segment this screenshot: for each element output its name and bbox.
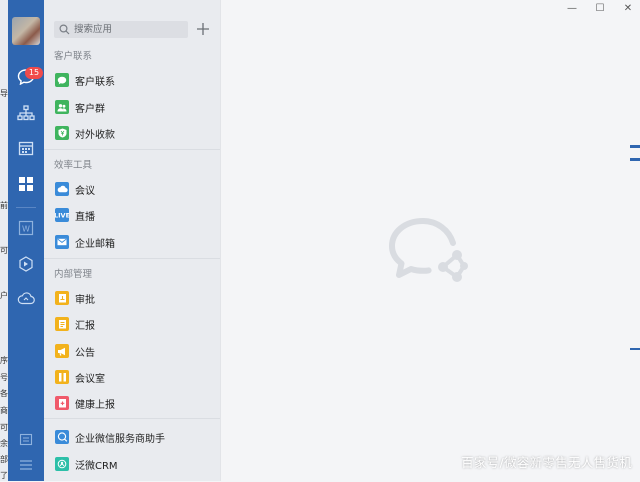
section-divider [44, 149, 220, 150]
app-item-label: 健康上报 [75, 400, 115, 411]
edge-mark: 了 [0, 471, 8, 480]
svg-text:W: W [22, 225, 30, 234]
crm-icon [55, 457, 69, 471]
search-box[interactable] [54, 21, 188, 38]
app-item-label: 泛微CRM [75, 461, 118, 472]
app-item-label: 公告 [75, 348, 95, 359]
edge-mark: 户 [0, 291, 8, 300]
search-icon [59, 24, 70, 35]
app-item[interactable]: 健康上报 [44, 390, 220, 416]
add-icon[interactable] [194, 20, 212, 38]
edge-mark: 序 [0, 356, 8, 365]
section-title: 客户联系 [54, 51, 93, 62]
app-item[interactable]: 会议室 [44, 364, 220, 390]
app-item[interactable]: LIVE 直播 [44, 202, 220, 228]
menu-icon[interactable] [16, 455, 36, 475]
edge-mark: 导 [0, 89, 8, 98]
app-item[interactable]: 公告 [44, 338, 220, 364]
edge-mark: 可 [0, 246, 8, 255]
svg-text:LIVE: LIVE [55, 212, 69, 220]
edge-mark: 部 [0, 455, 8, 464]
edge-mark: 号 [0, 373, 8, 382]
unread-badge: 15 [25, 67, 43, 79]
feedback-icon[interactable] [16, 430, 36, 450]
hexagon-app-icon[interactable] [16, 254, 36, 274]
section-divider [44, 418, 220, 419]
app-item-label: 客户联系 [75, 77, 115, 88]
edge-mark: 前 [0, 201, 8, 210]
section-title: 内部管理 [54, 269, 93, 280]
group-icon [55, 100, 69, 114]
meeting-room-icon [55, 370, 69, 384]
app-item-label: 客户群 [75, 104, 105, 115]
app-item-label: 对外收款 [75, 130, 115, 141]
app-item[interactable]: 对外收款 [44, 120, 220, 146]
megaphone-icon [55, 344, 69, 358]
minimize-button[interactable]: — [564, 2, 580, 14]
maximize-button[interactable]: ☐ [592, 2, 608, 14]
app-item[interactable]: 汇报 [44, 311, 220, 337]
shield-yen-icon [55, 126, 69, 140]
section-divider [44, 258, 220, 259]
background-window-strip [628, 0, 640, 481]
report-icon [55, 317, 69, 331]
app-item[interactable]: 客户联系 [44, 67, 220, 93]
app-item-label: 企业邮箱 [75, 239, 115, 250]
background-window-edge: 导前可户序号各商可余部了 [0, 0, 8, 481]
doc-w-icon[interactable]: W [16, 218, 36, 238]
app-item-label: 审批 [75, 295, 95, 306]
app-item-label: 汇报 [75, 321, 95, 332]
cloud-meeting-icon [55, 182, 69, 196]
search-input[interactable] [74, 21, 184, 38]
live-icon: LIVE [55, 208, 69, 222]
wecom-logo-icon [389, 218, 468, 282]
chat-bubble-icon [55, 73, 69, 87]
assistant-icon [55, 430, 69, 444]
edge-mark: 余 [0, 439, 8, 448]
app-item[interactable]: 企业微信服务商助手 [44, 424, 220, 450]
approval-icon [55, 291, 69, 305]
calendar-icon[interactable] [16, 138, 36, 158]
app-item-label: 会议室 [75, 374, 105, 385]
app-item[interactable]: 企业邮箱 [44, 229, 220, 255]
workbench-icon[interactable] [16, 174, 36, 194]
section-title: 效率工具 [54, 160, 93, 171]
app-item[interactable]: 客户群 [44, 94, 220, 120]
app-item[interactable]: 审批 [44, 285, 220, 311]
org-chart-icon[interactable] [16, 103, 36, 123]
app-item[interactable]: 会议 [44, 176, 220, 202]
rail-divider [16, 207, 36, 208]
edge-mark: 各 [0, 389, 8, 398]
app-item-label: 直播 [75, 212, 95, 223]
app-list-panel: 客户联系客户联系客户群对外收款效率工具会议LIVE直播企业邮箱内部管理审批汇报公… [44, 0, 220, 481]
edge-mark: 商 [0, 406, 8, 415]
health-icon [55, 396, 69, 410]
app-item-label: 会议 [75, 186, 95, 197]
app-item-label: 企业微信服务商助手 [75, 434, 165, 445]
watermark-text: 百家号/微容新零售无人售货机 [461, 455, 632, 470]
app-item[interactable]: 泛微CRM [44, 451, 220, 477]
edge-mark: 可 [0, 423, 8, 432]
avatar[interactable] [12, 17, 40, 45]
mail-icon [55, 235, 69, 249]
cloud-disk-icon[interactable] [16, 288, 36, 308]
nav-rail: 导前可户序号各商可余部了 15 W [0, 0, 44, 481]
